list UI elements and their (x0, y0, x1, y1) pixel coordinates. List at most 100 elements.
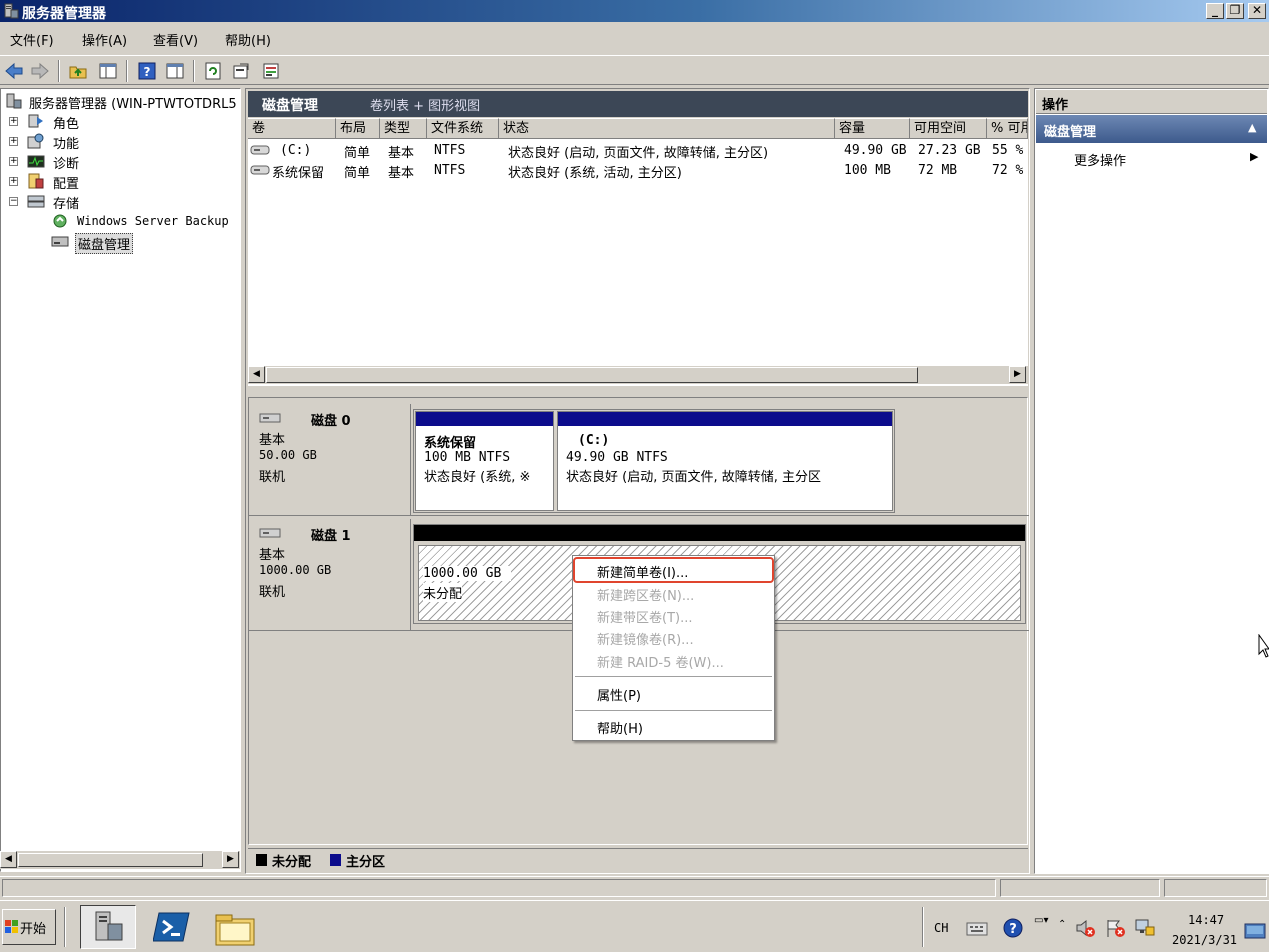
primary-partition-bar (558, 412, 892, 426)
toolbar-separator (58, 60, 60, 82)
server-manager-icon (3, 3, 19, 19)
column-header[interactable]: 状态 (499, 118, 835, 139)
tree-horizontal-scrollbar[interactable]: ◀ ▶ (0, 851, 240, 869)
action-center-flag-icon[interactable] (1104, 917, 1126, 943)
clock-date[interactable]: 2021/3/31 (1172, 933, 1237, 947)
server-icon (5, 93, 23, 109)
tree-item-storage[interactable]: − 存储 (9, 192, 229, 212)
restore-button[interactable]: ❐ (1226, 3, 1244, 19)
disk-type: 基本 (259, 433, 286, 448)
window-title: 服务器管理器 (22, 6, 106, 22)
tree-item-disk-management[interactable]: 磁盘管理 (51, 232, 241, 254)
column-header[interactable]: 可用空间 (910, 118, 987, 139)
disk-partition-strip: 系统保留 100 MB NTFS 状态良好 (系统, ※ (C:) 49.90 … (413, 409, 895, 513)
taskbar-server-manager[interactable] (80, 905, 136, 949)
partition-system-reserved[interactable]: 系统保留 100 MB NTFS 状态良好 (系统, ※ (415, 411, 554, 511)
show-hide-action-pane-icon[interactable] (165, 61, 185, 81)
menu-help[interactable]: 帮助(H) (225, 30, 271, 49)
legend-primary-label: 主分区 (346, 855, 386, 870)
up-folder-icon[interactable] (68, 61, 88, 81)
legend-unallocated-label: 未分配 (272, 855, 312, 870)
expand-icon[interactable]: + (9, 177, 18, 186)
scroll-right-icon[interactable]: ▶ (1009, 366, 1026, 383)
column-header[interactable]: 布局 (336, 118, 380, 139)
cell-type: 基本 (388, 146, 415, 161)
collapse-up-icon[interactable]: ▲ (1248, 121, 1256, 134)
actions-section[interactable]: 磁盘管理 ▲ (1036, 115, 1267, 143)
table-row[interactable]: 系统保留 简单 基本 NTFS 状态良好 (系统, 活动, 主分区) 100 M… (248, 161, 1028, 181)
volume-list-horizontal-scrollbar[interactable]: ◀ ▶ (248, 366, 1028, 384)
network-icon[interactable] (1134, 917, 1156, 943)
clock-time[interactable]: 14:47 (1188, 913, 1224, 927)
column-header[interactable]: 类型 (380, 118, 427, 139)
view-mode-label: 卷列表 + 图形视图 (370, 99, 481, 114)
disk-management-icon (51, 233, 69, 249)
tree-item-windows-server-backup[interactable]: Windows Server Backup (51, 212, 241, 232)
more-actions-item[interactable]: 更多操作 ▶ (1040, 148, 1266, 170)
tree-item-features[interactable]: + 功能 (9, 132, 229, 152)
highlighted-menu-item[interactable]: 新建简单卷(I)... (573, 557, 774, 583)
help-icon[interactable]: ? (137, 61, 157, 81)
scroll-thumb[interactable] (266, 367, 918, 383)
show-hide-tree-icon[interactable] (98, 61, 118, 81)
column-header[interactable]: 容量 (835, 118, 910, 139)
expand-icon[interactable]: + (9, 157, 18, 166)
scroll-left-icon[interactable]: ◀ (0, 851, 17, 868)
keyboard-icon[interactable] (966, 919, 988, 941)
powershell-icon[interactable] (152, 909, 191, 949)
toolbar-separator (126, 60, 128, 82)
cell-capacity: 100 MB (844, 163, 891, 178)
scroll-left-icon[interactable]: ◀ (248, 366, 265, 383)
menu-properties[interactable]: 属性(P) (597, 685, 641, 704)
show-desktop-icon[interactable] (1244, 923, 1266, 943)
properties-icon[interactable] (231, 61, 251, 81)
back-arrow-icon[interactable] (4, 61, 24, 81)
disk-label[interactable]: 磁盘 0 基本 50.00 GB 联机 (249, 404, 411, 515)
minimize-button[interactable]: _ (1206, 3, 1224, 19)
tree-item-diagnostics[interactable]: + 诊断 (9, 152, 229, 172)
scroll-thumb[interactable] (18, 853, 203, 867)
explorer-folder-icon[interactable] (214, 909, 256, 951)
settings-icon[interactable] (261, 61, 281, 81)
volume-muted-icon[interactable] (1074, 917, 1096, 943)
tree-item-label: Windows Server Backup (77, 214, 229, 228)
legend-primary-swatch (330, 854, 341, 866)
disk-label[interactable]: 磁盘 1 基本 1000.00 GB 联机 (249, 519, 411, 630)
collapse-icon[interactable]: − (9, 197, 18, 206)
menu-help-item[interactable]: 帮助(H) (597, 718, 643, 737)
expand-icon[interactable]: + (9, 117, 18, 126)
show-hidden-icons-icon[interactable]: ⌃ (1058, 919, 1066, 930)
unallocated-bar (414, 525, 1025, 541)
partition-name: 系统保留 (424, 436, 477, 451)
partition-c[interactable]: (C:) 49.90 GB NTFS 状态良好 (启动, 页面文件, 故障转储,… (557, 411, 893, 511)
partition-status: 未分配 (423, 583, 463, 602)
tree-item-label: 角色 (53, 117, 80, 132)
forward-arrow-icon[interactable] (30, 61, 50, 81)
tree-item-configuration[interactable]: + 配置 (9, 172, 229, 192)
backup-icon (51, 213, 69, 229)
refresh-icon[interactable] (203, 61, 223, 81)
column-header[interactable]: % 可用 (987, 118, 1028, 139)
column-header[interactable]: 卷 (248, 118, 336, 139)
tree-item-label: 配置 (53, 177, 80, 192)
menu-new-simple-volume[interactable]: 新建简单卷(I)... (597, 562, 688, 581)
disk-state: 联机 (259, 585, 286, 600)
menu-separator (575, 710, 772, 712)
language-indicator[interactable]: CH (934, 921, 948, 935)
help-circle-icon[interactable]: ? (1002, 917, 1024, 943)
start-button[interactable]: 开始 (2, 909, 56, 945)
menu-view[interactable]: 查看(V) (153, 30, 198, 49)
context-menu: 新建简单卷(I)... 新建跨区卷(N)... 新建带区卷(T)... 新建镜像… (572, 555, 775, 741)
table-row[interactable]: (C:) 简单 基本 NTFS 状态良好 (启动, 页面文件, 故障转储, 主分… (248, 141, 1028, 161)
expand-icon[interactable]: + (9, 137, 18, 146)
close-button[interactable]: ✕ (1248, 3, 1266, 19)
ime-mode-icon[interactable]: ▭▾ (1034, 915, 1048, 926)
cell-layout: 简单 (344, 166, 371, 181)
taskbar-separator (64, 907, 66, 947)
scroll-right-icon[interactable]: ▶ (222, 851, 239, 868)
menu-action[interactable]: 操作(A) (82, 30, 127, 49)
disk-name: 磁盘 0 (311, 414, 351, 429)
menu-file[interactable]: 文件(F) (10, 30, 54, 49)
column-header[interactable]: 文件系统 (427, 118, 499, 139)
tree-item-roles[interactable]: + 角色 (9, 112, 229, 132)
